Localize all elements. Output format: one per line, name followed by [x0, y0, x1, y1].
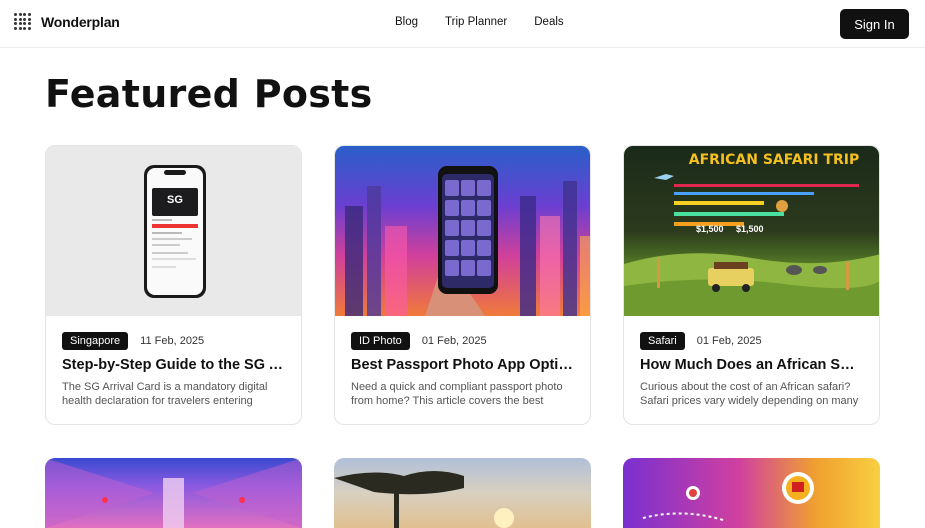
app-grid-icon	[14, 13, 31, 30]
nav-link-blog[interactable]: Blog	[395, 16, 418, 28]
post-card-airplane-cabin[interactable]	[45, 458, 302, 528]
post-date: 01 Feb, 2025	[696, 335, 762, 347]
infographic-price: $1,500	[736, 224, 764, 234]
post-tag[interactable]: ID Photo	[351, 332, 410, 350]
post-card-colorful-map[interactable]	[623, 458, 880, 528]
post-excerpt: The SG Arrival Card is a mandatory digit…	[62, 381, 268, 407]
nav-link-trip-planner[interactable]: Trip Planner	[445, 16, 507, 28]
post-card-african-safari[interactable]: AFRICAN SAFARI TRIP $1,500 $1,500 Safari…	[623, 145, 880, 425]
post-card-savanna-tree[interactable]	[334, 458, 591, 528]
post-card-passport-photo[interactable]: ID Photo 01 Feb, 2025 Best Passport Phot…	[334, 145, 591, 425]
post-excerpt: Curious about the cost of an African saf…	[640, 381, 859, 407]
phone-screen-text: SG	[167, 194, 183, 206]
post-card-sg-arrival[interactable]: SG Singapore 11 Feb, 2025 Step-by-Step G…	[45, 145, 302, 425]
post-tag[interactable]: Safari	[640, 332, 685, 350]
post-excerpt: Need a quick and compliant passport phot…	[351, 381, 563, 407]
post-tag[interactable]: Singapore	[62, 332, 129, 350]
brand-name: Wonderplan	[41, 13, 120, 30]
sign-in-button[interactable]: Sign In	[840, 9, 909, 39]
post-thumbnail-phone: SG	[46, 146, 301, 316]
post-date: 11 Feb, 2025	[140, 335, 205, 347]
infographic-price: $1,500	[696, 224, 724, 234]
brand-logo[interactable]: Wonderplan	[14, 13, 120, 30]
main-nav: Blog Trip Planner Deals	[395, 16, 564, 28]
post-thumbnail-safari-infographic: AFRICAN SAFARI TRIP $1,500 $1,500	[624, 146, 879, 316]
page-title: Featured Posts	[45, 72, 373, 116]
post-thumbnail-city-phone	[335, 146, 590, 316]
post-title[interactable]: How Much Does an African Safari Cost?	[640, 357, 862, 373]
post-date: 01 Feb, 2025	[421, 335, 487, 347]
nav-link-deals[interactable]: Deals	[534, 16, 563, 28]
top-navbar: Wonderplan Blog Trip Planner Deals Sign …	[0, 0, 925, 48]
infographic-title: AFRICAN SAFARI TRIP	[688, 152, 860, 168]
post-title[interactable]: Best Passport Photo App Options for 2025	[351, 357, 573, 373]
post-title[interactable]: Step-by-Step Guide to the SG Arrival Car…	[62, 357, 284, 373]
